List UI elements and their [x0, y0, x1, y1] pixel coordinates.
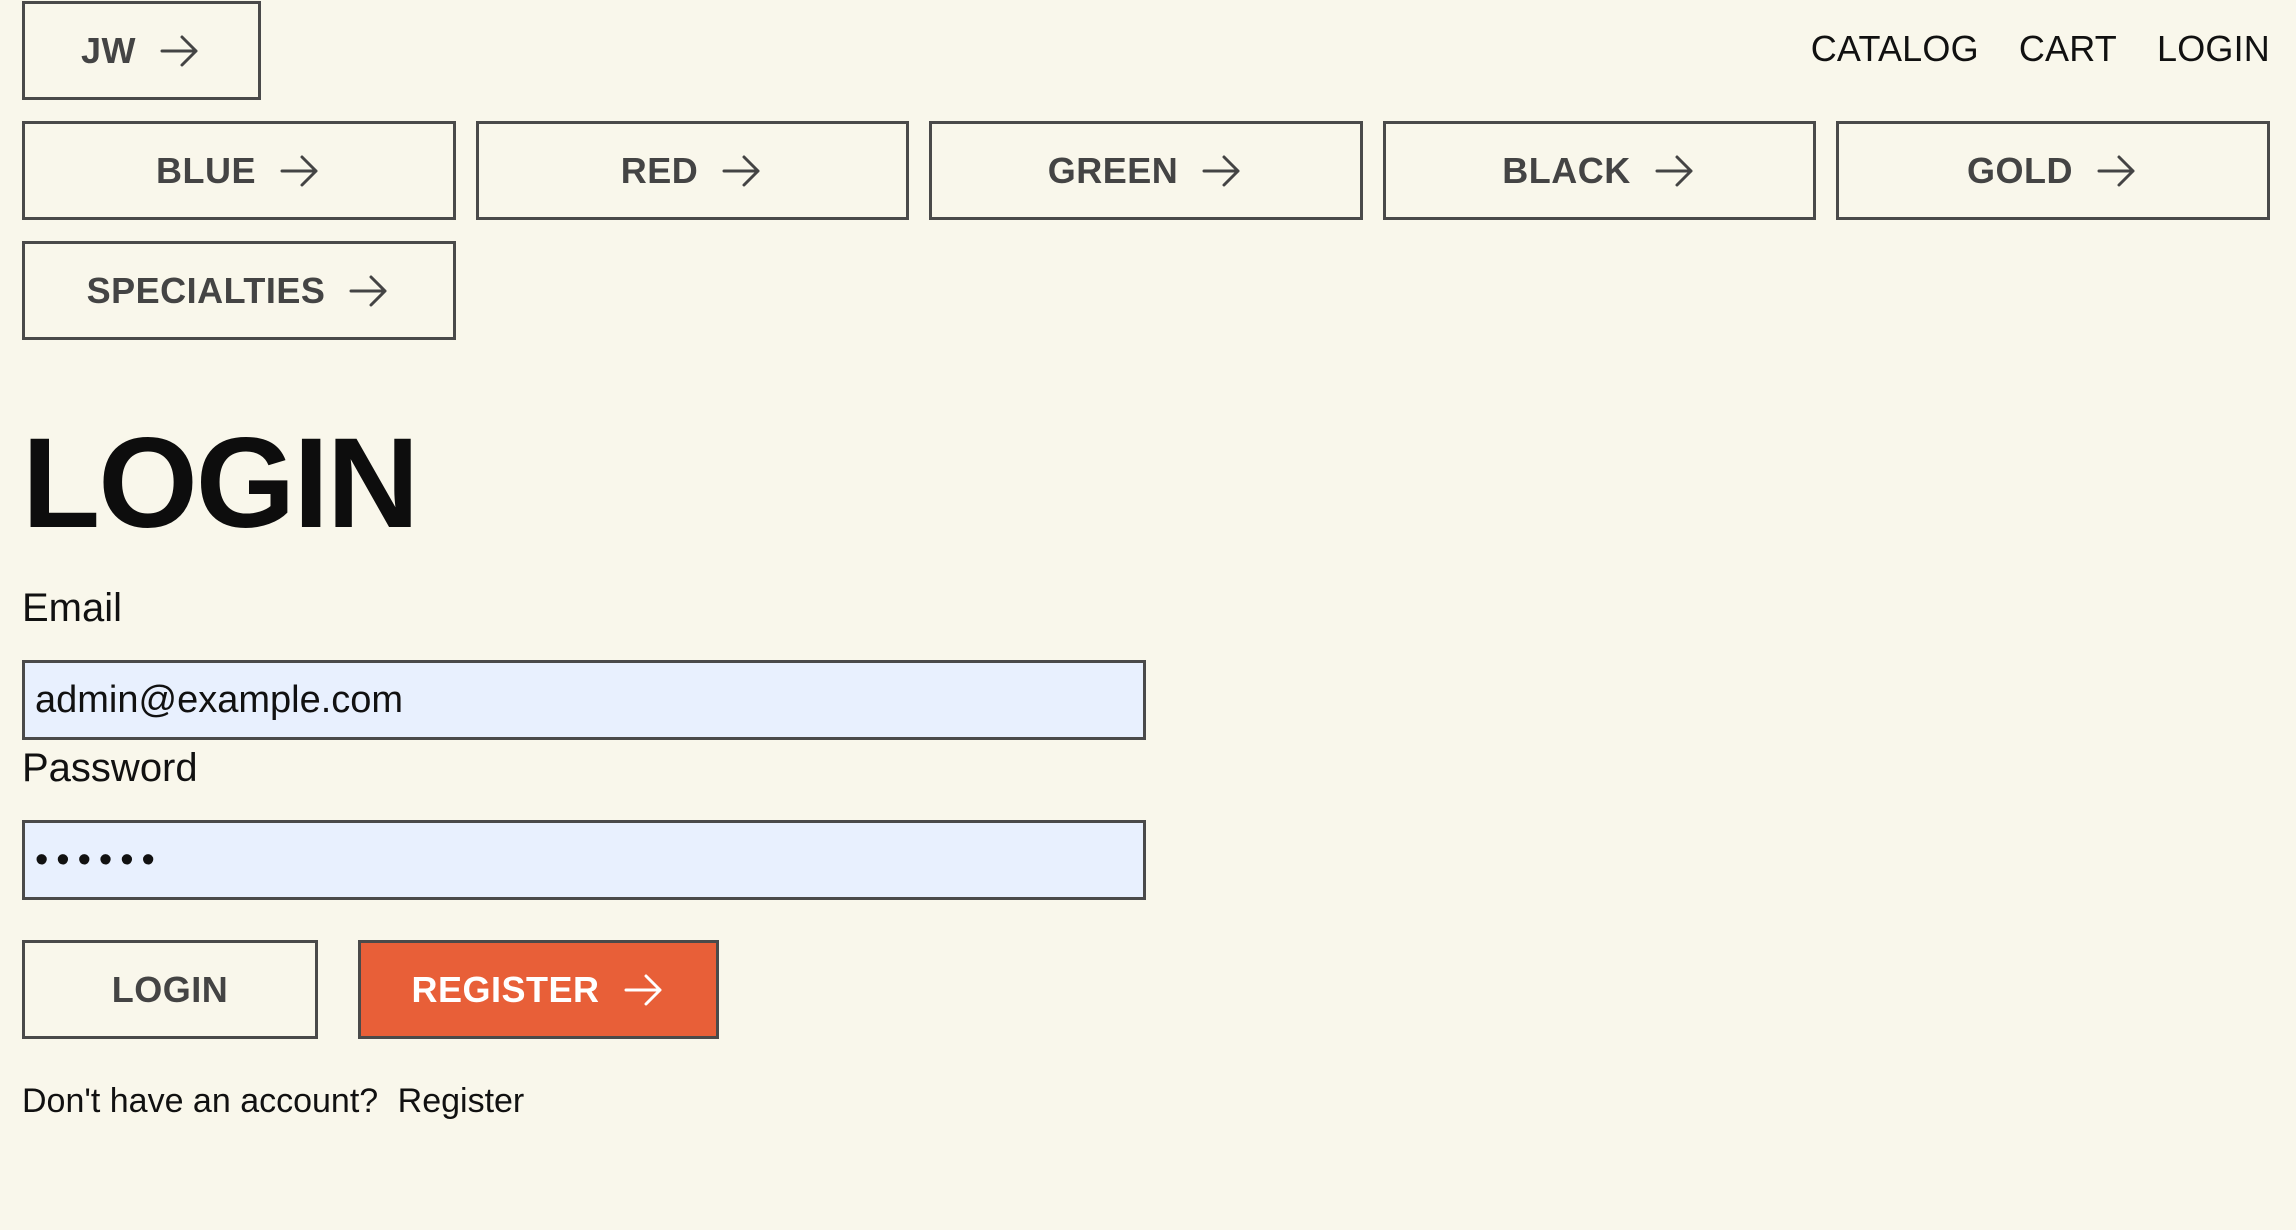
category-gold-button[interactable]: GOLD	[1836, 121, 2270, 220]
page-title: LOGIN	[22, 412, 419, 555]
category-blue-button[interactable]: BLUE	[22, 121, 456, 220]
login-button-label: LOGIN	[111, 968, 229, 1010]
category-label: GREEN	[1047, 149, 1179, 191]
category-label: RED	[620, 149, 699, 191]
arrow-right-icon	[158, 29, 202, 73]
category-green-button[interactable]: GREEN	[929, 121, 1363, 220]
category-label: BLUE	[156, 149, 256, 191]
arrow-right-icon	[347, 269, 391, 313]
home-button-label: JW	[81, 29, 136, 71]
category-label: GOLD	[1967, 149, 2073, 191]
arrow-right-icon	[622, 968, 666, 1012]
category-red-button[interactable]: RED	[476, 121, 909, 220]
nav-catalog-link[interactable]: CATALOG	[1811, 28, 1979, 70]
arrow-right-icon	[720, 149, 764, 193]
home-button[interactable]: JW	[22, 1, 261, 100]
top-nav: CATALOG CART LOGIN	[1811, 28, 2270, 70]
category-label: SPECIALTIES	[86, 269, 326, 311]
email-label: Email	[22, 586, 123, 630]
arrow-right-icon	[278, 149, 322, 193]
arrow-right-icon	[1653, 149, 1697, 193]
arrow-right-icon	[2095, 149, 2139, 193]
nav-login-link[interactable]: LOGIN	[2157, 28, 2270, 70]
category-specialties-button[interactable]: SPECIALTIES	[22, 241, 456, 340]
register-prompt-text: Don't have an account?	[22, 1082, 379, 1120]
password-field[interactable]	[22, 820, 1146, 900]
login-page: JW CATALOG CART LOGIN BLUE RED GREEN BLA…	[0, 0, 2296, 1230]
category-black-button[interactable]: BLACK	[1383, 121, 1816, 220]
arrow-right-icon	[1200, 149, 1244, 193]
login-button[interactable]: LOGIN	[22, 940, 318, 1039]
register-button[interactable]: REGISTER	[358, 940, 719, 1039]
password-label: Password	[22, 746, 198, 790]
email-field[interactable]	[22, 660, 1146, 740]
register-prompt: Don't have an account? Register	[22, 1082, 524, 1121]
register-button-label: REGISTER	[411, 968, 600, 1010]
category-label: BLACK	[1502, 149, 1631, 191]
nav-cart-link[interactable]: CART	[2019, 28, 2117, 70]
register-link[interactable]: Register	[398, 1082, 525, 1120]
